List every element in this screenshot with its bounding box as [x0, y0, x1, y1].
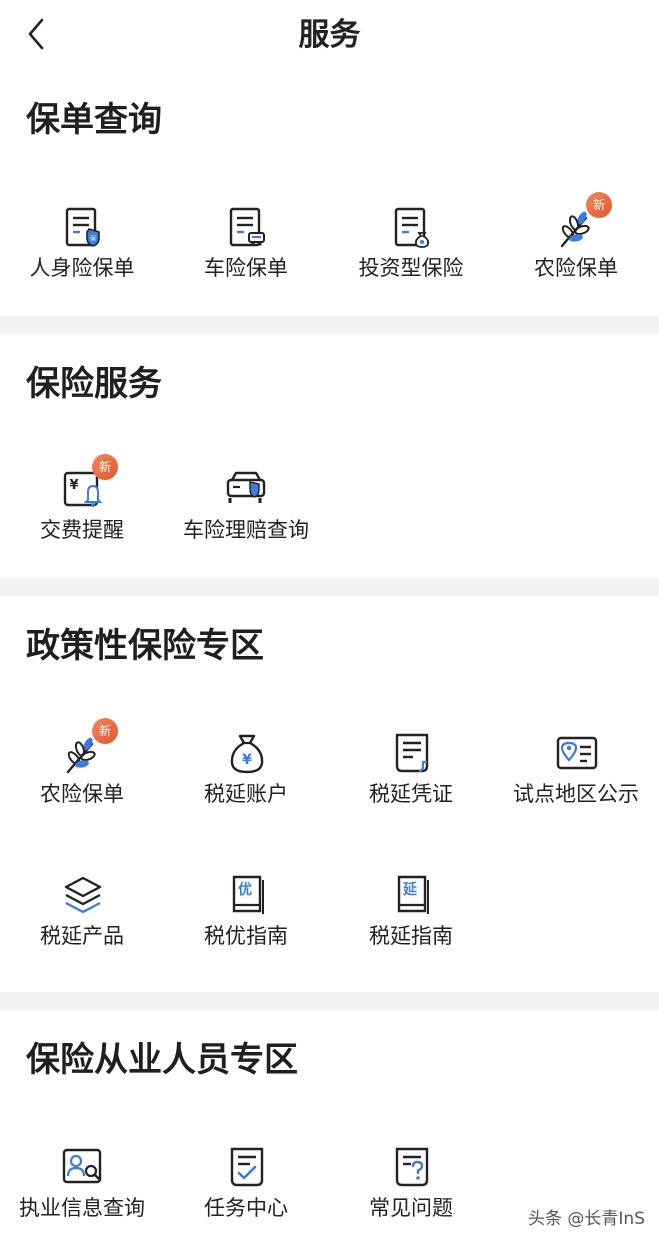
section-divider: [0, 316, 659, 334]
item-label: 税延指南: [369, 924, 453, 948]
location-card-icon: [556, 736, 598, 770]
item-personal-insurance-policy[interactable]: 保 人身险保单: [0, 206, 164, 296]
section-title: 保险从业人员专区: [26, 1040, 298, 1080]
item-label: 常见问题: [369, 1196, 453, 1220]
item-label: 交费提醒: [40, 518, 124, 542]
policy-shield-icon: 保: [65, 207, 100, 247]
item-pilot-region-announcement[interactable]: 试点地区公示: [494, 732, 658, 822]
item-auto-insurance-policy[interactable]: 车险保单: [164, 206, 328, 296]
item-label: 投资型保险: [358, 256, 464, 280]
page-title: 服务: [298, 17, 361, 53]
section-policy-query: 保单查询 保 人身险保单 车险保单 投资型保险 新 农险保单: [0, 72, 659, 316]
item-label: 农险保单: [40, 782, 124, 806]
item-label: 执业信息查询: [19, 1196, 145, 1220]
item-payment-reminder[interactable]: ¥ 新 交费提醒: [0, 454, 164, 558]
receipt-icon: [395, 733, 429, 773]
item-practice-info-query[interactable]: 执业信息查询: [0, 1146, 164, 1236]
item-agricultural-insurance-policy[interactable]: 新 农险保单: [494, 192, 658, 296]
section-insurance-services: 保险服务 ¥ 新 交费提醒 车险理赔查询: [0, 334, 659, 578]
item-tax-deferred-certificate[interactable]: 税延凭证: [329, 732, 493, 822]
policy-car-icon: [229, 207, 265, 247]
watermark: 头条 @长青InS: [528, 1209, 645, 1229]
item-auto-claim-query[interactable]: 车险理赔查询: [164, 468, 328, 558]
section-title: 政策性保险专区: [26, 626, 264, 666]
item-tax-deferred-product[interactable]: 税延产品: [0, 874, 164, 964]
section-divider: [0, 578, 659, 596]
item-label: 税延产品: [40, 924, 124, 948]
item-faq[interactable]: 常见问题: [329, 1146, 493, 1236]
item-label: 人身险保单: [29, 256, 135, 280]
new-badge: 新: [586, 192, 612, 218]
question-doc-icon: [395, 1147, 429, 1187]
item-label: 税优指南: [204, 924, 288, 948]
top-bar: 服务: [0, 0, 659, 72]
item-label: 税延账户: [204, 782, 288, 806]
item-task-center[interactable]: 任务中心: [164, 1146, 328, 1236]
item-tax-deferred-account[interactable]: ¥ 税延账户: [164, 732, 328, 822]
item-label: 车险保单: [204, 256, 288, 280]
item-label: 试点地区公示: [513, 782, 639, 806]
svg-text:保: 保: [90, 235, 96, 243]
item-investment-insurance[interactable]: 投资型保险: [329, 206, 493, 296]
section-policy-insurance-zone: 政策性保险专区 新 农险保单 ¥ 税延账户 税延凭证 试点地区公示 税延产品 优…: [0, 596, 659, 992]
item-tax-deferred-guide[interactable]: 延 税延指南: [329, 874, 493, 964]
svg-text:优: 优: [238, 881, 252, 898]
id-card-search-icon: [62, 1148, 102, 1184]
section-title: 保单查询: [26, 100, 162, 140]
svg-text:延: 延: [402, 881, 418, 898]
section-divider: [0, 992, 659, 1010]
layers-icon: [64, 876, 102, 914]
item-label: 任务中心: [204, 1196, 288, 1220]
car-claim-icon: [226, 471, 266, 503]
item-label: 农险保单: [534, 256, 618, 280]
guide-book-icon: 优: [232, 875, 264, 914]
section-title: 保险服务: [26, 364, 162, 404]
item-tax-preferential-guide[interactable]: 优 税优指南: [164, 874, 328, 964]
svg-text:¥: ¥: [69, 478, 78, 493]
new-badge: 新: [92, 718, 118, 744]
item-agricultural-insurance-policy[interactable]: 新 农险保单: [0, 718, 164, 822]
item-label: 车险理赔查询: [183, 518, 309, 542]
guide-book-icon: 延: [397, 875, 429, 914]
new-badge: 新: [92, 454, 118, 480]
svg-text:¥: ¥: [242, 752, 252, 768]
item-label: 税延凭证: [369, 782, 453, 806]
task-check-icon: [230, 1147, 264, 1187]
policy-moneybag-icon: [394, 207, 430, 248]
money-bag-icon: ¥: [230, 734, 264, 774]
